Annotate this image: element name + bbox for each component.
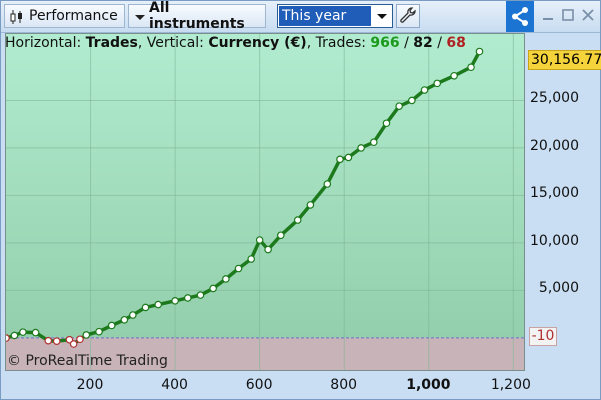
trade-point bbox=[395, 102, 403, 110]
trade-point bbox=[293, 216, 302, 224]
trade-point bbox=[171, 296, 179, 305]
trades-prefix: , Trades: bbox=[306, 35, 371, 51]
trade-point bbox=[382, 119, 391, 128]
trade-point bbox=[209, 284, 217, 293]
trade-point bbox=[370, 138, 378, 147]
trade-point bbox=[408, 96, 416, 105]
trade-point bbox=[276, 231, 285, 240]
trades-losing: 68 bbox=[446, 35, 466, 51]
x-tick-label: 200 bbox=[76, 377, 104, 393]
x-tick-label: 600 bbox=[245, 377, 273, 393]
performance-label: Performance bbox=[29, 8, 118, 24]
equity-chart bbox=[6, 34, 524, 370]
period-select[interactable]: This year bbox=[277, 4, 393, 28]
trade-point bbox=[306, 201, 315, 209]
zero-value-badge: -10 bbox=[529, 327, 557, 346]
trade-point bbox=[323, 180, 332, 188]
chart-header: Horizontal: Trades, Vertical: Currency (… bbox=[5, 35, 466, 51]
trade-point bbox=[467, 63, 475, 72]
maximize-icon[interactable] bbox=[560, 7, 576, 23]
horizontal-value: Trades bbox=[85, 35, 138, 51]
chart-area[interactable] bbox=[5, 33, 525, 371]
trade-point bbox=[433, 79, 442, 88]
trade-point bbox=[52, 337, 61, 345]
trade-point bbox=[234, 264, 243, 273]
y-tick-label: 25,000 bbox=[530, 90, 579, 107]
toolbar: Performance All instruments This year bbox=[1, 0, 600, 33]
trade-point bbox=[82, 331, 91, 339]
y-tick-label: 10,000 bbox=[530, 232, 579, 249]
trade-point bbox=[196, 291, 205, 299]
performance-button[interactable]: Performance bbox=[4, 4, 125, 28]
y-tick-label: 5,000 bbox=[538, 280, 579, 297]
settings-button[interactable] bbox=[396, 4, 420, 28]
period-value: This year bbox=[279, 6, 371, 26]
separator: / bbox=[399, 35, 414, 51]
copyright-text: © ProRealTime Trading bbox=[7, 353, 168, 369]
trade-point bbox=[336, 155, 344, 164]
trade-point bbox=[450, 71, 458, 80]
trades-total: 966 bbox=[370, 35, 400, 51]
candlestick-icon bbox=[10, 10, 22, 24]
trade-point bbox=[31, 328, 40, 337]
chevron-down-icon bbox=[377, 14, 387, 19]
trade-point bbox=[76, 335, 84, 344]
trade-point bbox=[247, 255, 256, 263]
share-button[interactable] bbox=[506, 1, 534, 32]
trade-point bbox=[6, 334, 10, 342]
trade-point bbox=[357, 144, 365, 152]
trade-point bbox=[95, 327, 103, 336]
trade-point bbox=[264, 245, 272, 254]
trade-point bbox=[475, 47, 484, 56]
y-tick-label: 15,000 bbox=[530, 185, 579, 202]
app-window: Performance All instruments This year Ho… bbox=[0, 0, 601, 400]
vertical-value: Currency (€) bbox=[208, 35, 307, 51]
horizontal-prefix: Horizontal: bbox=[5, 35, 86, 51]
x-tick-label: 800 bbox=[330, 377, 358, 393]
x-tick-label: 1,200 bbox=[490, 377, 531, 393]
y-tick-label: 20,000 bbox=[530, 137, 579, 154]
trade-point bbox=[69, 340, 78, 348]
trade-point bbox=[10, 331, 19, 340]
x-tick-label: 1,000 bbox=[406, 377, 451, 393]
trade-point bbox=[344, 153, 353, 162]
trade-point bbox=[19, 328, 27, 336]
separator: / bbox=[432, 35, 447, 51]
close-icon[interactable] bbox=[580, 7, 596, 23]
trade-point bbox=[120, 315, 129, 324]
trade-point bbox=[154, 300, 162, 309]
trade-point bbox=[44, 336, 53, 345]
chevron-down-icon bbox=[135, 15, 145, 20]
trade-point bbox=[222, 275, 230, 283]
minimize-icon[interactable] bbox=[540, 7, 556, 23]
share-icon bbox=[512, 7, 528, 26]
x-tick-label: 400 bbox=[161, 377, 188, 393]
instruments-dropdown[interactable]: All instruments bbox=[128, 0, 266, 32]
trade-point bbox=[129, 311, 137, 319]
wrench-icon bbox=[400, 7, 416, 23]
trade-point bbox=[141, 303, 150, 312]
instruments-label: All instruments bbox=[149, 0, 245, 32]
trade-point bbox=[420, 86, 429, 94]
trade-point bbox=[107, 321, 116, 330]
trade-point bbox=[183, 294, 192, 302]
trade-point bbox=[255, 236, 264, 244]
last-value-badge: 30,156.77 bbox=[528, 50, 601, 70]
vertical-prefix: , Vertical: bbox=[137, 35, 209, 51]
trades-neutral: 82 bbox=[413, 35, 433, 51]
